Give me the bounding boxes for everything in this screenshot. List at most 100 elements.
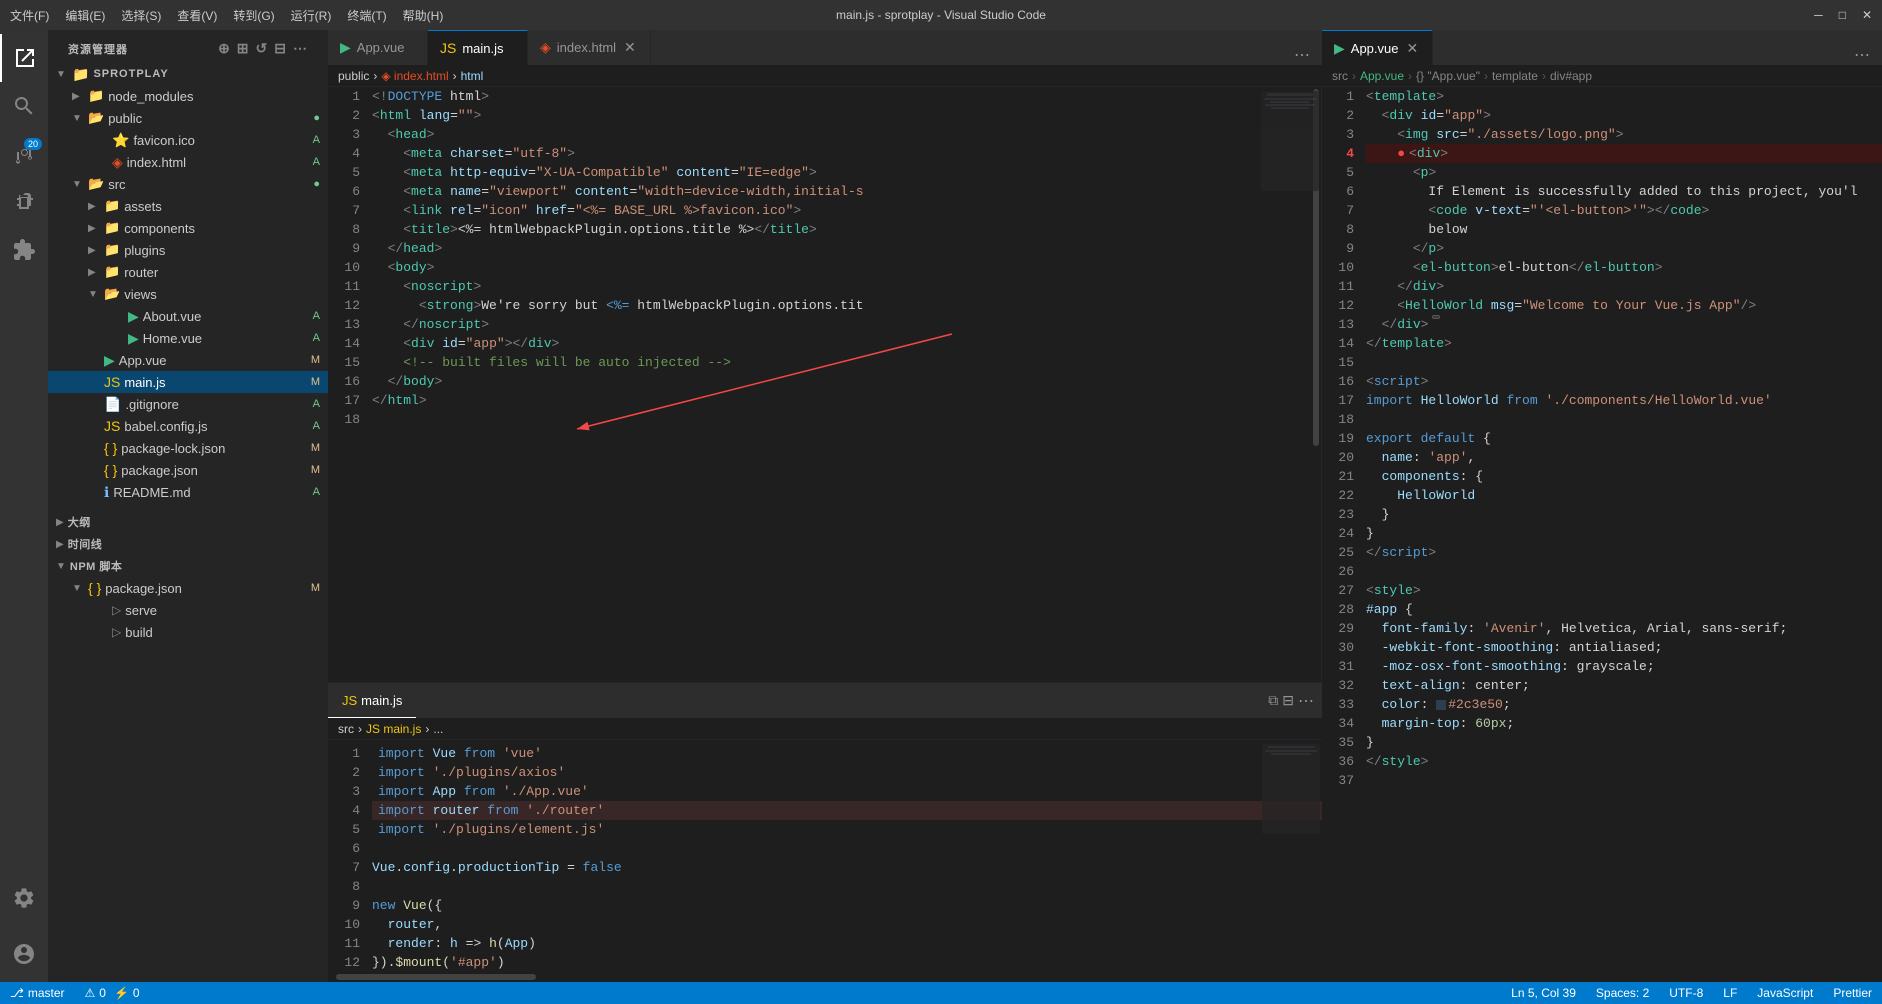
breadcrumb-public[interactable]: public <box>338 69 369 83</box>
code-scroll[interactable]: 12345 678910 1112131415 161718 <!DOCTYPE… <box>328 87 1321 682</box>
tab-index-html[interactable]: ◈ index.html ✕ <box>528 30 651 65</box>
av-line-26 <box>1366 562 1882 581</box>
bottom-tab-mainjs[interactable]: JS main.js <box>328 683 416 718</box>
language-item[interactable]: JavaScript <box>1747 982 1823 1004</box>
eol-item[interactable]: LF <box>1713 982 1747 1004</box>
tree-package[interactable]: { } package.json M <box>48 459 328 481</box>
menu-run[interactable]: 运行(R) <box>291 7 332 24</box>
tab-more-button[interactable]: ⋯ <box>1842 45 1882 65</box>
more-icon[interactable]: ⋯ <box>1298 691 1314 711</box>
cursor-pos[interactable]: Ln 5, Col 39 <box>1501 982 1586 1004</box>
encoding-item[interactable]: UTF-8 <box>1659 982 1713 1004</box>
maximize-button[interactable]: □ <box>1839 8 1846 22</box>
tree-favicon[interactable]: ⭐ favicon.ico A <box>48 129 328 151</box>
tree-root[interactable]: ▼ 📁 SPROTPLAY <box>48 63 328 85</box>
activity-explorer[interactable] <box>0 34 48 82</box>
tree-app-vue[interactable]: ▶ App.vue M <box>48 349 328 371</box>
new-folder-icon[interactable]: ⊞ <box>237 40 250 57</box>
tree-about-vue[interactable]: ▶ About.vue A <box>48 305 328 327</box>
right-code-area[interactable]: 12345 678910 1112131415 1617181920 21222… <box>1322 87 1882 982</box>
activity-search[interactable] <box>0 82 48 130</box>
layout-icon[interactable]: ⊟ <box>1282 692 1294 709</box>
refresh-icon[interactable]: ↺ <box>256 40 269 57</box>
tree-views[interactable]: ▼ 📂 views <box>48 283 328 305</box>
right-tab-app-vue[interactable]: ▶ App.vue ✕ <box>1322 30 1433 65</box>
tree-public[interactable]: ▼ 📂 public ● <box>48 107 328 129</box>
tree-src[interactable]: ▼ 📂 src ● <box>48 173 328 195</box>
tree-gitignore[interactable]: 📄 .gitignore A <box>48 393 328 415</box>
activity-debug[interactable] <box>0 178 48 226</box>
more-icon[interactable]: ⋯ <box>293 40 308 57</box>
tab-main-js[interactable]: JS main.js <box>428 30 528 65</box>
tab-close-button[interactable]: ✕ <box>622 37 638 58</box>
app-vue-content: 12345 678910 1112131415 1617181920 21222… <box>1322 87 1882 982</box>
tree-plugins[interactable]: ▶ 📁 plugins <box>48 239 328 261</box>
split-icon[interactable]: ⧉ <box>1268 692 1278 709</box>
tree-readme[interactable]: ℹ README.md A <box>48 481 328 503</box>
npm-build[interactable]: ▷ build <box>48 621 328 643</box>
tree-badge-a: A <box>313 156 320 168</box>
formatter-item[interactable]: Prettier <box>1823 982 1882 1004</box>
right-pane: ▶ App.vue ✕ ⋯ src › App.vue › {} "App.vu… <box>1322 30 1882 982</box>
bc-obj[interactable]: {} "App.vue" <box>1416 69 1480 83</box>
menu-file[interactable]: 文件(F) <box>10 7 49 24</box>
activity-extensions[interactable] <box>0 226 48 274</box>
breadcrumb-index[interactable]: ◈ index.html <box>381 69 448 83</box>
bc-appvue[interactable]: App.vue <box>1360 69 1404 83</box>
menu-help[interactable]: 帮助(H) <box>403 7 444 24</box>
tab-app-vue[interactable]: ▶ App.vue <box>328 30 428 65</box>
branch-item[interactable]: ⎇ master <box>0 982 75 1004</box>
tab-close-button[interactable]: ✕ <box>1404 38 1420 59</box>
tab-more-button[interactable]: ⋯ <box>1282 45 1322 65</box>
collapse-icon[interactable]: ⊟ <box>274 40 287 57</box>
bc-template[interactable]: template <box>1492 69 1538 83</box>
section-timeline[interactable]: ▶ 时间线 <box>48 533 328 555</box>
breadcrumb-html[interactable]: html <box>461 69 484 83</box>
tree-index-html[interactable]: ◈ index.html A <box>48 151 328 173</box>
tree-badge-m: M <box>311 464 320 476</box>
section-outline[interactable]: ▶ 大纲 <box>48 511 328 533</box>
section-npm[interactable]: ▼ NPM 脚本 <box>48 555 328 577</box>
activity-source-control[interactable]: 20 <box>0 130 48 178</box>
tree-package-lock[interactable]: { } package-lock.json M <box>48 437 328 459</box>
activity-account[interactable] <box>0 930 48 978</box>
errors-item[interactable]: ⚠ 0 ⚡ 0 <box>75 982 150 1004</box>
tree-node-modules[interactable]: ▶ 📁 node_modules <box>48 85 328 107</box>
sidebar-header-icons[interactable]: ⊕ ⊞ ↺ ⊟ ⋯ <box>218 40 308 57</box>
titlebar-controls[interactable]: ─ □ ✕ <box>1814 8 1872 22</box>
tree-assets[interactable]: ▶ 📁 assets <box>48 195 328 217</box>
bc-src[interactable]: src <box>338 722 354 736</box>
tree-label: Home.vue <box>143 331 313 346</box>
npm-package-json[interactable]: ▼ { } package.json M <box>48 577 328 599</box>
npm-serve[interactable]: ▷ serve <box>48 599 328 621</box>
close-button[interactable]: ✕ <box>1862 8 1872 22</box>
bc-divapp[interactable]: div#app <box>1550 69 1592 83</box>
js-icon: JS <box>104 374 120 390</box>
tree-components[interactable]: ▶ 📁 components <box>48 217 328 239</box>
tree-home-vue[interactable]: ▶ Home.vue A <box>48 327 328 349</box>
hscroll-thumb[interactable] <box>336 974 536 980</box>
bottom-code-area[interactable]: 12345 678910 111213 import Vue from 'vue… <box>328 740 1322 982</box>
editor-area: ▶ App.vue JS main.js ◈ index.html ✕ ⋯ pu… <box>328 30 1322 982</box>
tree-babel[interactable]: JS babel.config.js A <box>48 415 328 437</box>
bc-src[interactable]: src <box>1332 69 1348 83</box>
minimize-button[interactable]: ─ <box>1814 8 1823 22</box>
mjs-line-12: }).$mount('#app') <box>372 953 1322 972</box>
titlebar-menu[interactable]: 文件(F) 编辑(E) 选择(S) 查看(V) 转到(G) 运行(R) 终端(T… <box>10 7 443 24</box>
tree-router[interactable]: ▶ 📁 router <box>48 261 328 283</box>
menu-goto[interactable]: 转到(G) <box>233 7 274 24</box>
new-file-icon[interactable]: ⊕ <box>218 40 231 57</box>
bc-mainjs[interactable]: JS main.js <box>366 722 421 736</box>
tree-main-js[interactable]: JS main.js M <box>48 371 328 393</box>
activity-settings[interactable] <box>0 874 48 922</box>
menu-terminal[interactable]: 终端(T) <box>347 7 386 24</box>
menu-view[interactable]: 查看(V) <box>177 7 217 24</box>
horizontal-scrollbar[interactable] <box>328 974 1322 982</box>
indent-item[interactable]: Spaces: 2 <box>1586 982 1659 1004</box>
menu-edit[interactable]: 编辑(E) <box>65 7 105 24</box>
menu-select[interactable]: 选择(S) <box>121 7 161 24</box>
tree-badge: ● <box>313 178 320 190</box>
right-breadcrumb: src › App.vue › {} "App.vue" › template … <box>1322 65 1882 87</box>
bc-dots[interactable]: ... <box>433 722 443 736</box>
mjs-line-11: render: h => h(App) <box>372 934 1322 953</box>
